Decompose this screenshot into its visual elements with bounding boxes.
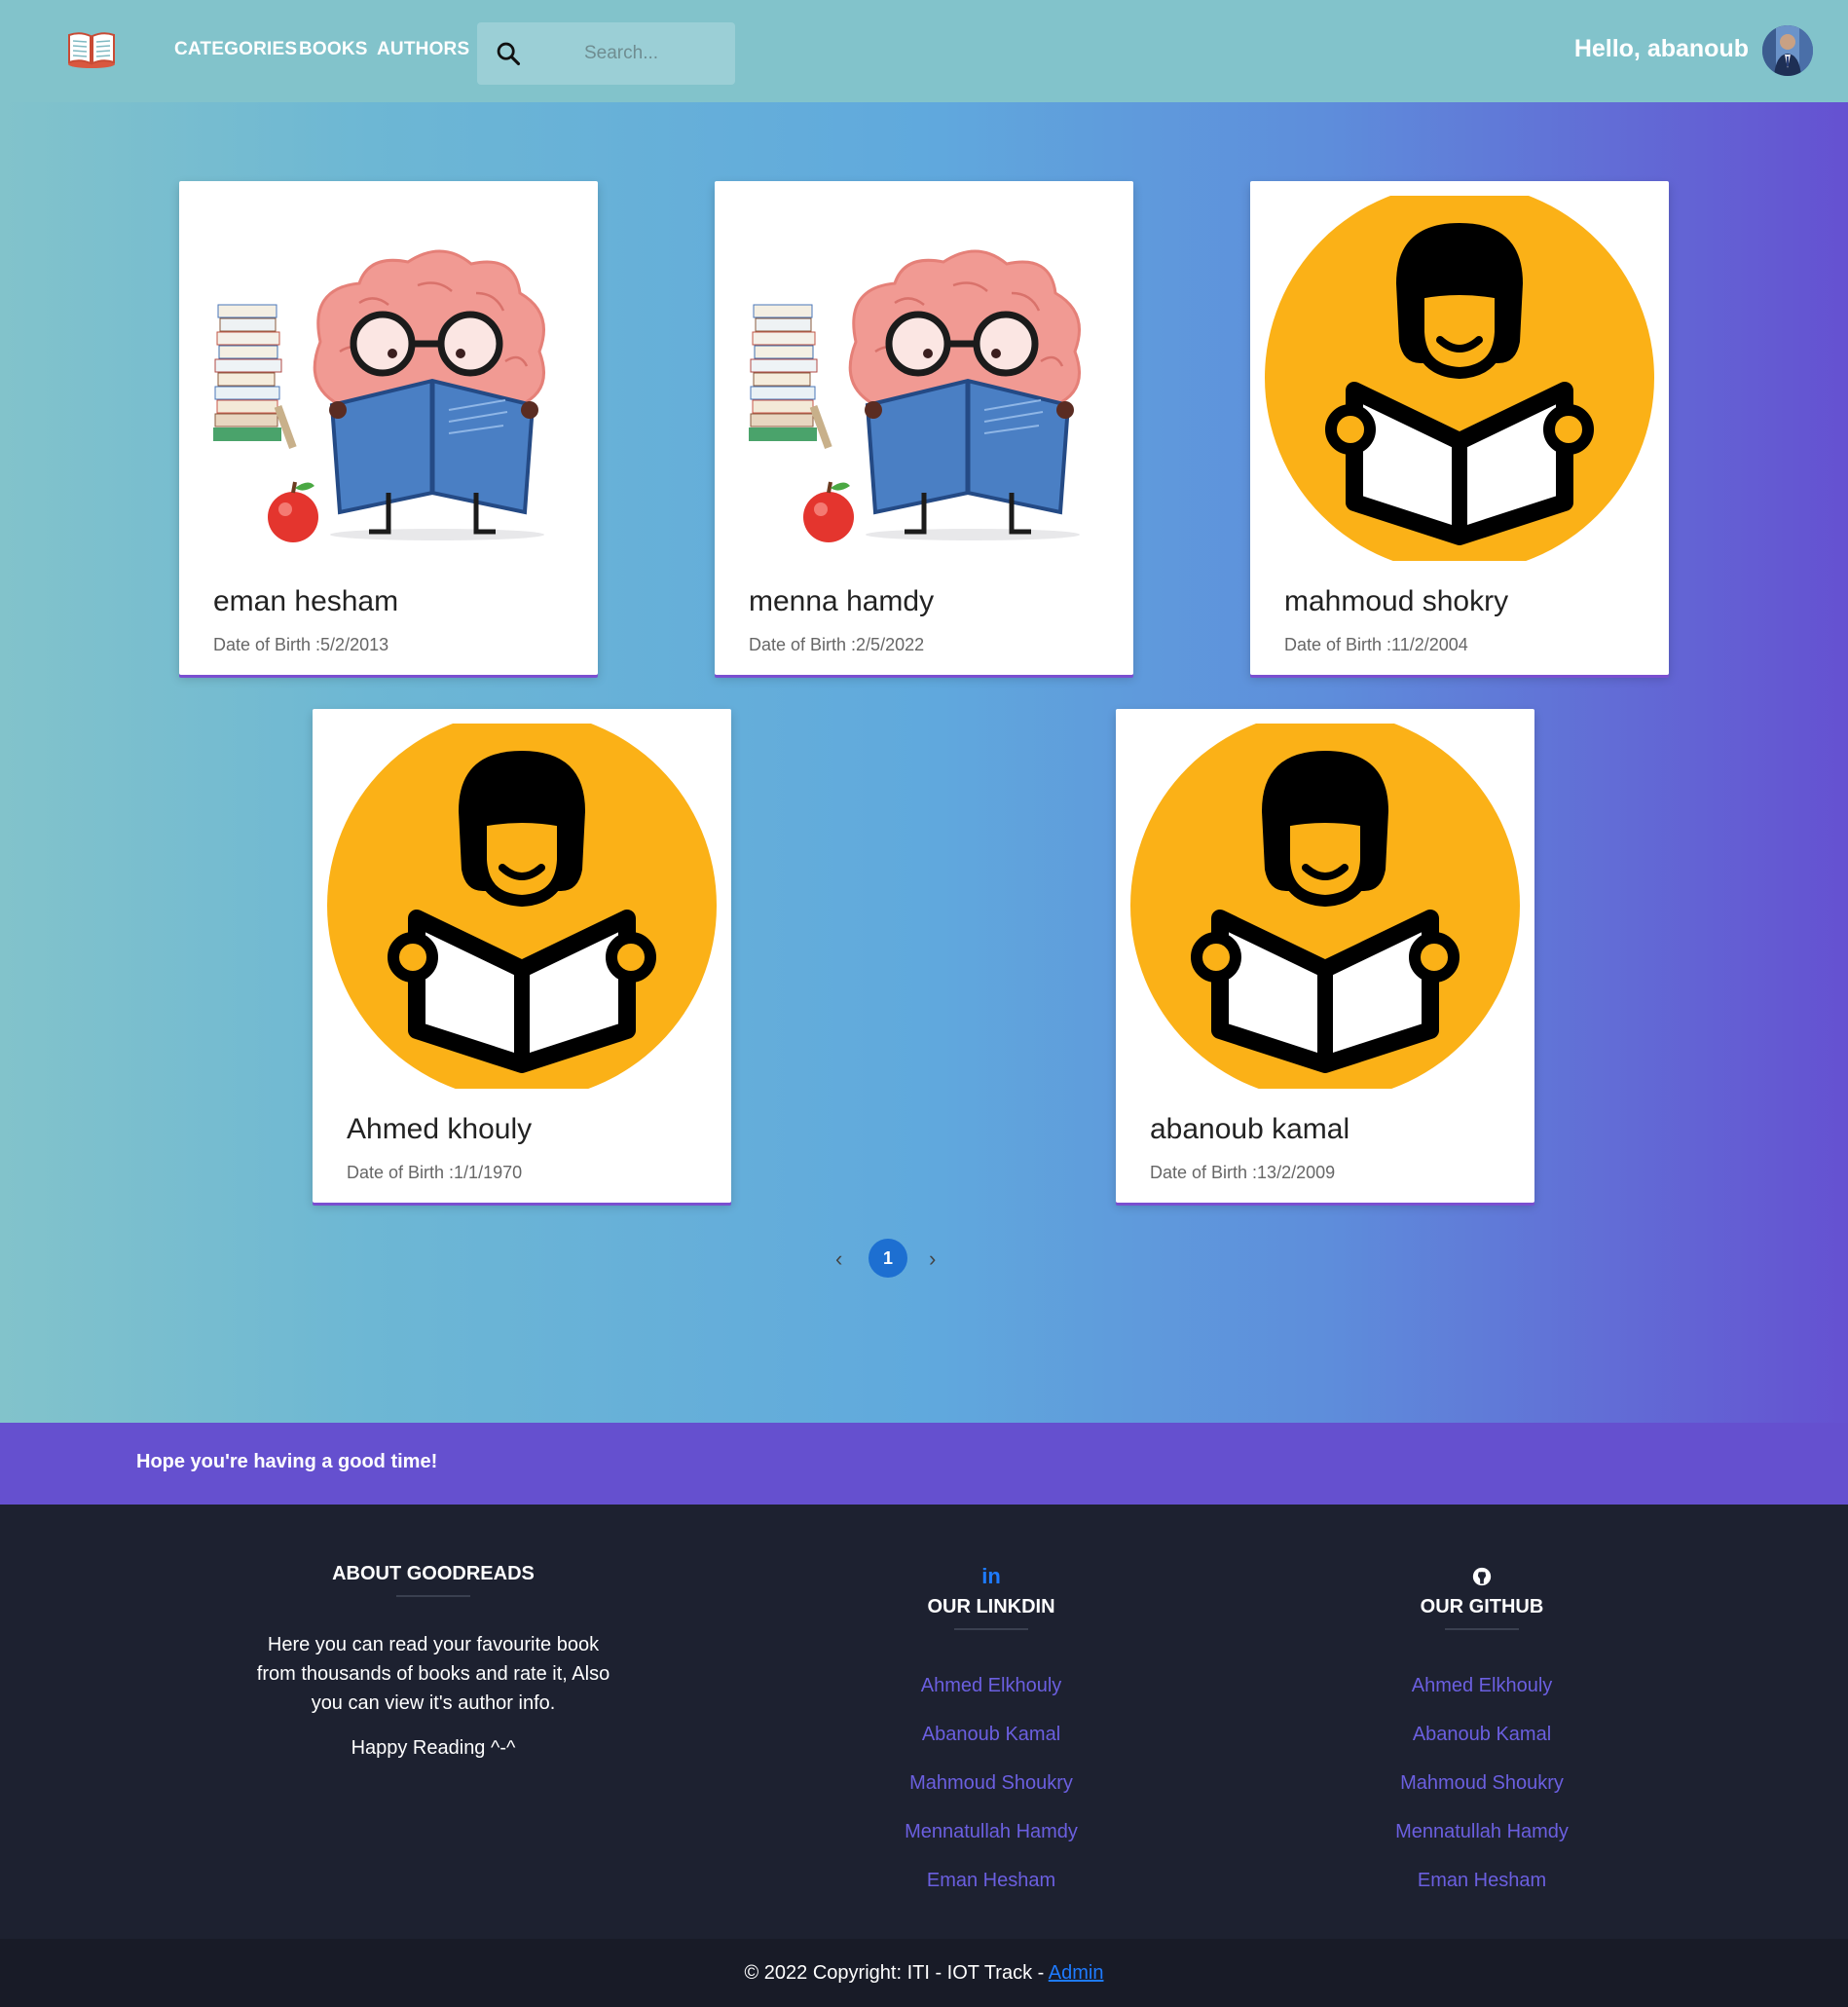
footer-github-column: OUR GITHUB Ahmed Elkhouly Abanoub Kamal … — [1336, 1563, 1628, 1905]
reader-icon — [1265, 196, 1654, 561]
pagination-page-current[interactable]: 1 — [869, 1239, 907, 1278]
search-box — [477, 22, 735, 85]
divider — [396, 1595, 470, 1597]
nav-categories-link[interactable]: CATEGORIES — [174, 39, 297, 60]
navbar: CATEGORIES BOOKS AUTHORS Hello, abanoub — [0, 0, 1848, 102]
github-link[interactable]: Mennatullah Hamdy — [1336, 1807, 1628, 1856]
search-input[interactable] — [555, 22, 725, 85]
author-card[interactable]: menna hamdy Date of Birth :2/5/2022 — [715, 181, 1133, 675]
author-card[interactable]: abanoub kamal Date of Birth :13/2/2009 — [1116, 709, 1534, 1203]
divider — [954, 1628, 1028, 1630]
copyright-text: © 2022 Copyright: ITI - IOT Track - — [744, 1962, 1049, 1984]
linkedin-link[interactable]: Mennatullah Hamdy — [845, 1807, 1137, 1856]
linkedin-links: Ahmed Elkhouly Abanoub Kamal Mahmoud Sho… — [845, 1661, 1137, 1905]
copyright-bar: © 2022 Copyright: ITI - IOT Track - Admi… — [0, 1939, 1848, 2007]
github-link[interactable]: Ahmed Elkhouly — [1336, 1661, 1628, 1710]
github-link[interactable]: Eman Hesham — [1336, 1856, 1628, 1905]
author-card[interactable]: mahmoud shokry Date of Birth :11/2/2004 — [1250, 181, 1669, 675]
linkedin-link[interactable]: Mahmoud Shoukry — [845, 1759, 1137, 1807]
author-name[interactable]: mahmoud shokry — [1284, 585, 1508, 618]
nav-authors-link[interactable]: AUTHORS — [377, 39, 469, 60]
about-title: ABOUT GOODREADS — [332, 1563, 535, 1584]
reader-icon — [1130, 724, 1520, 1089]
reader-icon — [327, 724, 717, 1089]
github-link[interactable]: Abanoub Kamal — [1336, 1710, 1628, 1759]
linkedin-link[interactable]: Abanoub Kamal — [845, 1710, 1137, 1759]
about-text: Here you can read your favourite book fr… — [256, 1634, 610, 1714]
greeting-text: Hello, abanoub — [1573, 35, 1749, 62]
author-dob: Date of Birth :11/2/2004 — [1284, 635, 1468, 654]
linkedin-icon[interactable]: in — [845, 1563, 1137, 1590]
author-card[interactable]: eman hesham Date of Birth :5/2/2013 — [179, 181, 598, 675]
author-name[interactable]: eman hesham — [213, 585, 398, 618]
github-icon[interactable] — [1336, 1563, 1628, 1590]
avatar[interactable] — [1762, 25, 1813, 76]
author-name[interactable]: abanoub kamal — [1150, 1113, 1349, 1146]
divider — [1445, 1628, 1519, 1630]
pagination-next-icon[interactable]: › — [929, 1246, 936, 1272]
author-name[interactable]: Ahmed khouly — [347, 1113, 532, 1146]
author-dob: Date of Birth :5/2/2013 — [213, 635, 389, 654]
author-dob: Date of Birth :1/1/1970 — [347, 1163, 523, 1182]
footer-linkedin-column: in OUR LINKDIN Ahmed Elkhouly Abanoub Ka… — [845, 1563, 1137, 1905]
linkedin-link[interactable]: Ahmed Elkhouly — [845, 1661, 1137, 1710]
footer-band: Hope you're having a good time! — [0, 1423, 1848, 1505]
author-dob: Date of Birth :2/5/2022 — [749, 635, 925, 654]
github-link[interactable]: Mahmoud Shoukry — [1336, 1759, 1628, 1807]
happy-reading-text: Happy Reading ^-^ — [351, 1737, 516, 1759]
search-icon[interactable] — [495, 40, 522, 67]
footer: ABOUT GOODREADS Here you can read your f… — [0, 1505, 1848, 1939]
brain-reading-illustration — [194, 196, 583, 561]
book-logo-icon[interactable] — [66, 27, 117, 70]
author-name[interactable]: menna hamdy — [749, 585, 934, 618]
brain-reading-illustration — [729, 196, 1119, 561]
linkedin-title: OUR LINKDIN — [927, 1596, 1055, 1617]
author-dob: Date of Birth :13/2/2009 — [1150, 1163, 1336, 1182]
pagination-prev-icon[interactable]: ‹ — [835, 1246, 842, 1272]
github-links: Ahmed Elkhouly Abanoub Kamal Mahmoud Sho… — [1336, 1661, 1628, 1905]
nav-books-link[interactable]: BOOKS — [299, 39, 368, 60]
linkedin-link[interactable]: Eman Hesham — [845, 1856, 1137, 1905]
admin-link[interactable]: Admin — [1049, 1962, 1104, 1984]
footer-about-column: ABOUT GOODREADS Here you can read your f… — [239, 1563, 628, 1760]
author-card[interactable]: Ahmed khouly Date of Birth :1/1/1970 — [313, 709, 731, 1203]
band-message: Hope you're having a good time! — [136, 1451, 438, 1472]
github-title: OUR GITHUB — [1420, 1596, 1544, 1617]
